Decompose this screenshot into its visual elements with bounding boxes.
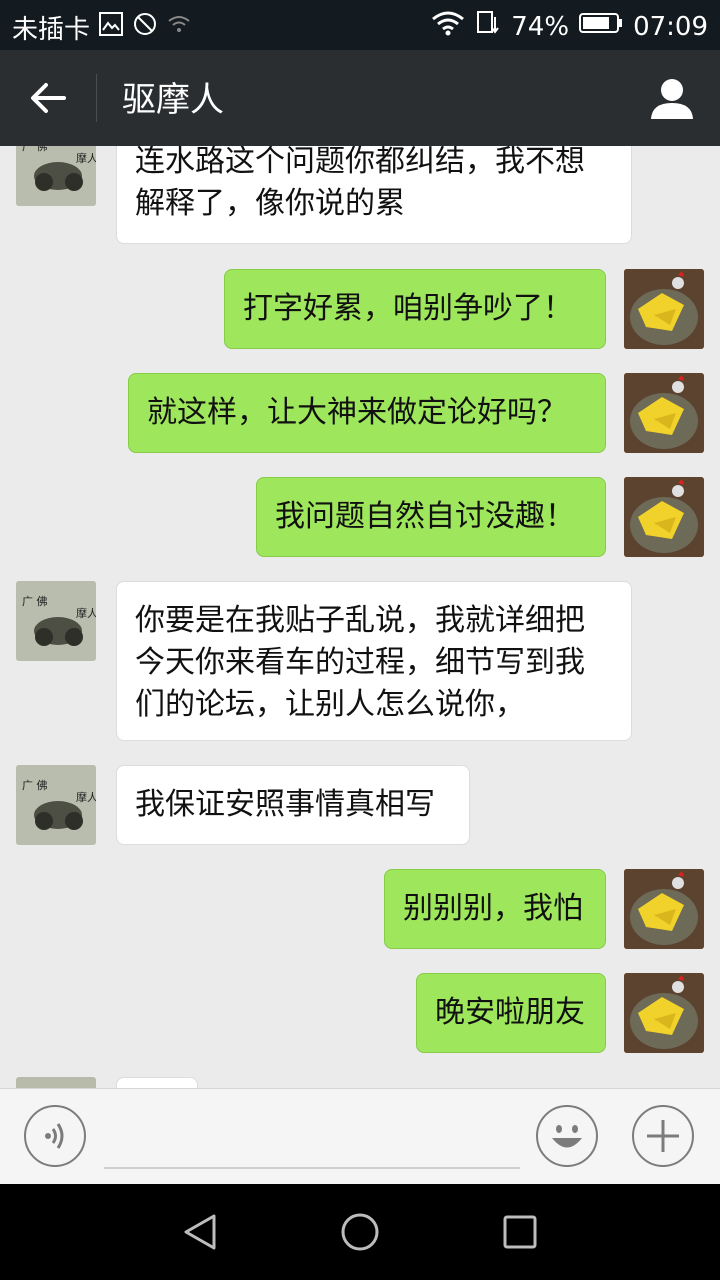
my-avatar[interactable] — [624, 373, 704, 453]
message-bubble-sent[interactable]: 晚安啦朋友 — [416, 973, 606, 1053]
profile-icon — [651, 79, 693, 119]
no-sim-icon — [132, 11, 158, 44]
svg-text:广 佛: 广 佛 — [22, 595, 48, 608]
contact-avatar[interactable]: 广 佛摩人 — [16, 581, 96, 661]
message-bubble-received[interactable]: 我保证安照事情真相写 — [116, 765, 470, 845]
message-text: 晚安啦朋友 — [435, 995, 585, 1030]
contact-avatar[interactable]: 广 佛摩人 — [16, 146, 96, 206]
message-bubble-received[interactable]: 你要是在我贴子乱说，我就详细把 今天你来看车的过程，细节写到我 们的论坛，让别人… — [116, 581, 632, 741]
my-avatar[interactable] — [624, 477, 704, 557]
message-bubble-sent[interactable]: 我问题自然自讨没趣！ — [256, 477, 606, 557]
data-transfer-icon — [475, 9, 501, 44]
message-bubble-sent[interactable]: 打字好累，咱别争吵了！ — [224, 269, 606, 349]
message-text: 你要是在我贴子乱说，我就详细把 今天你来看车的过程，细节写到我 们的论坛，让别人… — [135, 603, 585, 722]
image-icon — [98, 11, 124, 44]
svg-text:摩人: 摩人 — [76, 151, 96, 165]
message-text: 我保证安照事情真相写 — [135, 787, 435, 822]
svg-text:摩人: 摩人 — [76, 606, 96, 620]
battery-percent: 74% — [511, 11, 570, 42]
chat-title: 驱摩人 — [122, 80, 224, 120]
wifi-question-icon — [166, 11, 192, 44]
status-bar: 未插卡 74% 07:09 — [0, 0, 720, 50]
nav-home-icon[interactable] — [340, 1212, 380, 1252]
back-button[interactable] — [24, 74, 72, 122]
message-text: 就这样，让大神来做定论好吗？ — [147, 395, 567, 430]
contact-avatar[interactable] — [16, 1077, 96, 1088]
chat-info-button[interactable] — [648, 74, 696, 122]
emoji-icon — [552, 1125, 582, 1148]
message-bubble-sent[interactable]: 就这样，让大神来做定论好吗？ — [128, 373, 606, 453]
my-avatar[interactable] — [624, 269, 704, 349]
nav-recents-icon[interactable] — [502, 1214, 538, 1250]
system-nav-bar — [0, 1184, 720, 1280]
my-avatar[interactable] — [624, 869, 704, 949]
voice-button[interactable] — [24, 1105, 86, 1167]
more-button[interactable] — [632, 1105, 694, 1167]
message-bubble-received[interactable]: 连水路这个问题你都纠结，我不想 解释了，像你说的累 — [116, 146, 632, 244]
emoji-button[interactable] — [536, 1105, 598, 1167]
chat-header: 驱摩人 — [0, 50, 720, 146]
nav-back-icon[interactable] — [180, 1212, 220, 1252]
avatar-text: 广 佛 — [22, 146, 48, 153]
plus-icon — [647, 1120, 679, 1152]
message-bubble-sent[interactable]: 别别别，我怕 — [384, 869, 606, 949]
wifi-icon — [431, 9, 465, 44]
back-arrow-icon — [31, 83, 66, 113]
carrier-label: 未插卡 — [12, 15, 91, 45]
input-bar — [0, 1088, 720, 1185]
svg-text:摩人: 摩人 — [76, 790, 96, 804]
message-text: 连水路这个问题你都纠结，我不想 解释了，像你说的累 — [135, 146, 585, 221]
battery-icon — [579, 11, 623, 42]
svg-text:广 佛: 广 佛 — [22, 779, 48, 792]
header-divider — [96, 74, 97, 122]
message-text: 打字好累，咱别争吵了！ — [243, 291, 573, 326]
contact-avatar[interactable]: 广 佛摩人 — [16, 765, 96, 845]
voice-icon — [45, 1123, 64, 1149]
message-input[interactable] — [104, 1167, 520, 1169]
message-text: 别别别，我怕 — [403, 891, 583, 926]
clock: 07:09 — [633, 11, 708, 42]
my-avatar[interactable] — [624, 973, 704, 1053]
message-list[interactable]: 广 佛摩人 连水路这个问题你都纠结，我不想 解释了，像你说的累 打字好累，咱别争… — [0, 146, 720, 1088]
message-text: 我问题自然自讨没趣！ — [275, 499, 575, 534]
message-bubble-received[interactable] — [116, 1077, 198, 1088]
